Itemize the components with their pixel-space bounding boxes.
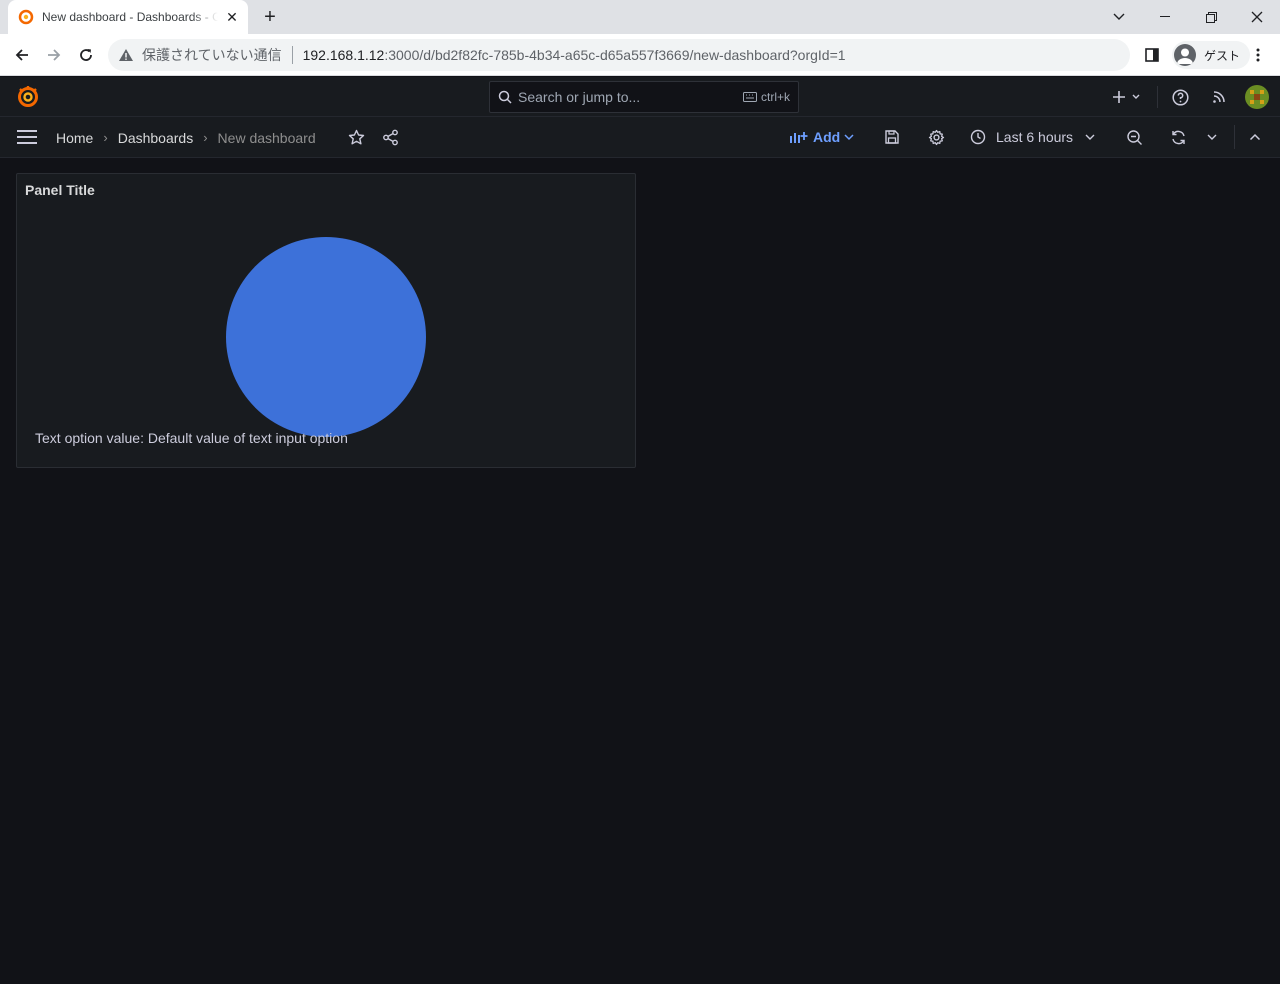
help-icon[interactable] (1168, 85, 1192, 109)
profile-avatar-icon (1174, 44, 1196, 66)
breadcrumb-separator-icon: › (103, 130, 108, 145)
browser-menu-icon[interactable] (1246, 43, 1270, 67)
user-avatar[interactable] (1245, 85, 1269, 109)
minimize-icon[interactable] (1142, 0, 1188, 34)
star-icon[interactable] (345, 126, 367, 148)
save-icon[interactable] (881, 126, 903, 148)
tab-title: New dashboard - Dashboards - Grafana (42, 10, 218, 24)
reload-icon[interactable] (74, 43, 98, 67)
profile-button[interactable]: ゲスト (1172, 41, 1251, 69)
url-host: 192.168.1.12 (302, 47, 385, 63)
menu-icon[interactable] (17, 129, 39, 145)
dashboard-toolbar: Home › Dashboards › New dashboard Add La… (0, 117, 1280, 158)
tab-search-icon[interactable] (1096, 0, 1142, 34)
refresh-interval-chevron-icon[interactable] (1201, 126, 1223, 148)
grafana-topnav: Search or jump to... ctrl+k (0, 77, 1280, 117)
breadcrumb-home[interactable]: Home (56, 130, 93, 146)
panel-visualization (226, 237, 426, 437)
search-input[interactable]: Search or jump to... ctrl+k (489, 81, 799, 113)
browser-tabbar: New dashboard - Dashboards - Grafana ✕ + (0, 0, 1280, 34)
search-shortcut: ctrl+k (742, 90, 790, 104)
refresh-icon[interactable] (1167, 126, 1189, 148)
back-icon[interactable] (10, 43, 34, 67)
new-tab-icon[interactable]: + (258, 6, 282, 30)
share-icon[interactable] (379, 126, 401, 148)
omnibox-divider (291, 46, 293, 64)
insecure-label[interactable]: 保護されていない通信 (142, 45, 282, 65)
omnibox[interactable]: 保護されていない通信 192.168.1.12:3000/d/bd2f82fc-… (108, 39, 1130, 71)
breadcrumb-separator-icon: › (203, 130, 208, 145)
settings-gear-icon[interactable] (925, 126, 947, 148)
browser-addressbar: 保護されていない通信 192.168.1.12:3000/d/bd2f82fc-… (0, 34, 1280, 76)
breadcrumb-current: New dashboard (217, 129, 316, 146)
dashboard-panel[interactable]: Panel Title Text option value: Default v… (16, 173, 636, 468)
grafana-favicon-icon (18, 9, 34, 25)
search-shortcut-label: ctrl+k (760, 90, 790, 104)
user-avatar-icon (1245, 85, 1269, 109)
panel-text-value: Text option value: Default value of text… (35, 430, 348, 446)
close-window-icon[interactable] (1234, 0, 1280, 34)
news-rss-icon[interactable] (1207, 85, 1231, 109)
toolbar-divider (1234, 125, 1235, 149)
topnav-divider (1157, 86, 1158, 108)
zoom-out-icon[interactable] (1123, 126, 1145, 148)
browser-tab[interactable]: New dashboard - Dashboards - Grafana ✕ (8, 0, 248, 34)
grafana-logo-icon[interactable] (16, 85, 40, 109)
panel-circle (226, 237, 426, 437)
side-panel-icon[interactable] (1140, 43, 1164, 67)
chevron-down-icon (844, 134, 854, 141)
add-panel-icon (790, 132, 808, 143)
forward-icon[interactable] (42, 43, 66, 67)
new-menu-button[interactable] (1110, 85, 1142, 109)
url-text[interactable]: 192.168.1.12:3000/d/bd2f82fc-785b-4b34-a… (303, 47, 846, 63)
breadcrumb-dashboards[interactable]: Dashboards (118, 130, 194, 146)
time-range-label: Last 6 hours (996, 129, 1074, 145)
chevron-down-icon (1085, 134, 1095, 140)
breadcrumb: Home › Dashboards › New dashboard (56, 117, 316, 158)
collapse-chevron-up-icon[interactable] (1244, 126, 1266, 148)
url-path: :3000/d/bd2f82fc-785b-4b34-a65c-d65a557f… (384, 47, 846, 63)
warning-icon[interactable] (118, 48, 134, 62)
keyboard-icon (742, 92, 757, 102)
panel-title[interactable]: Panel Title (25, 182, 95, 198)
restore-icon[interactable] (1188, 0, 1234, 34)
search-icon (498, 90, 512, 104)
tab-close-icon[interactable]: ✕ (224, 9, 240, 25)
profile-label: ゲスト (1204, 48, 1241, 63)
plus-chevron-icon (1113, 91, 1140, 103)
time-range-picker[interactable]: Last 6 hours (970, 125, 1095, 149)
clock-icon (970, 129, 986, 145)
add-button[interactable]: Add (790, 125, 854, 149)
add-button-label: Add (813, 129, 841, 145)
search-placeholder: Search or jump to... (518, 89, 641, 105)
